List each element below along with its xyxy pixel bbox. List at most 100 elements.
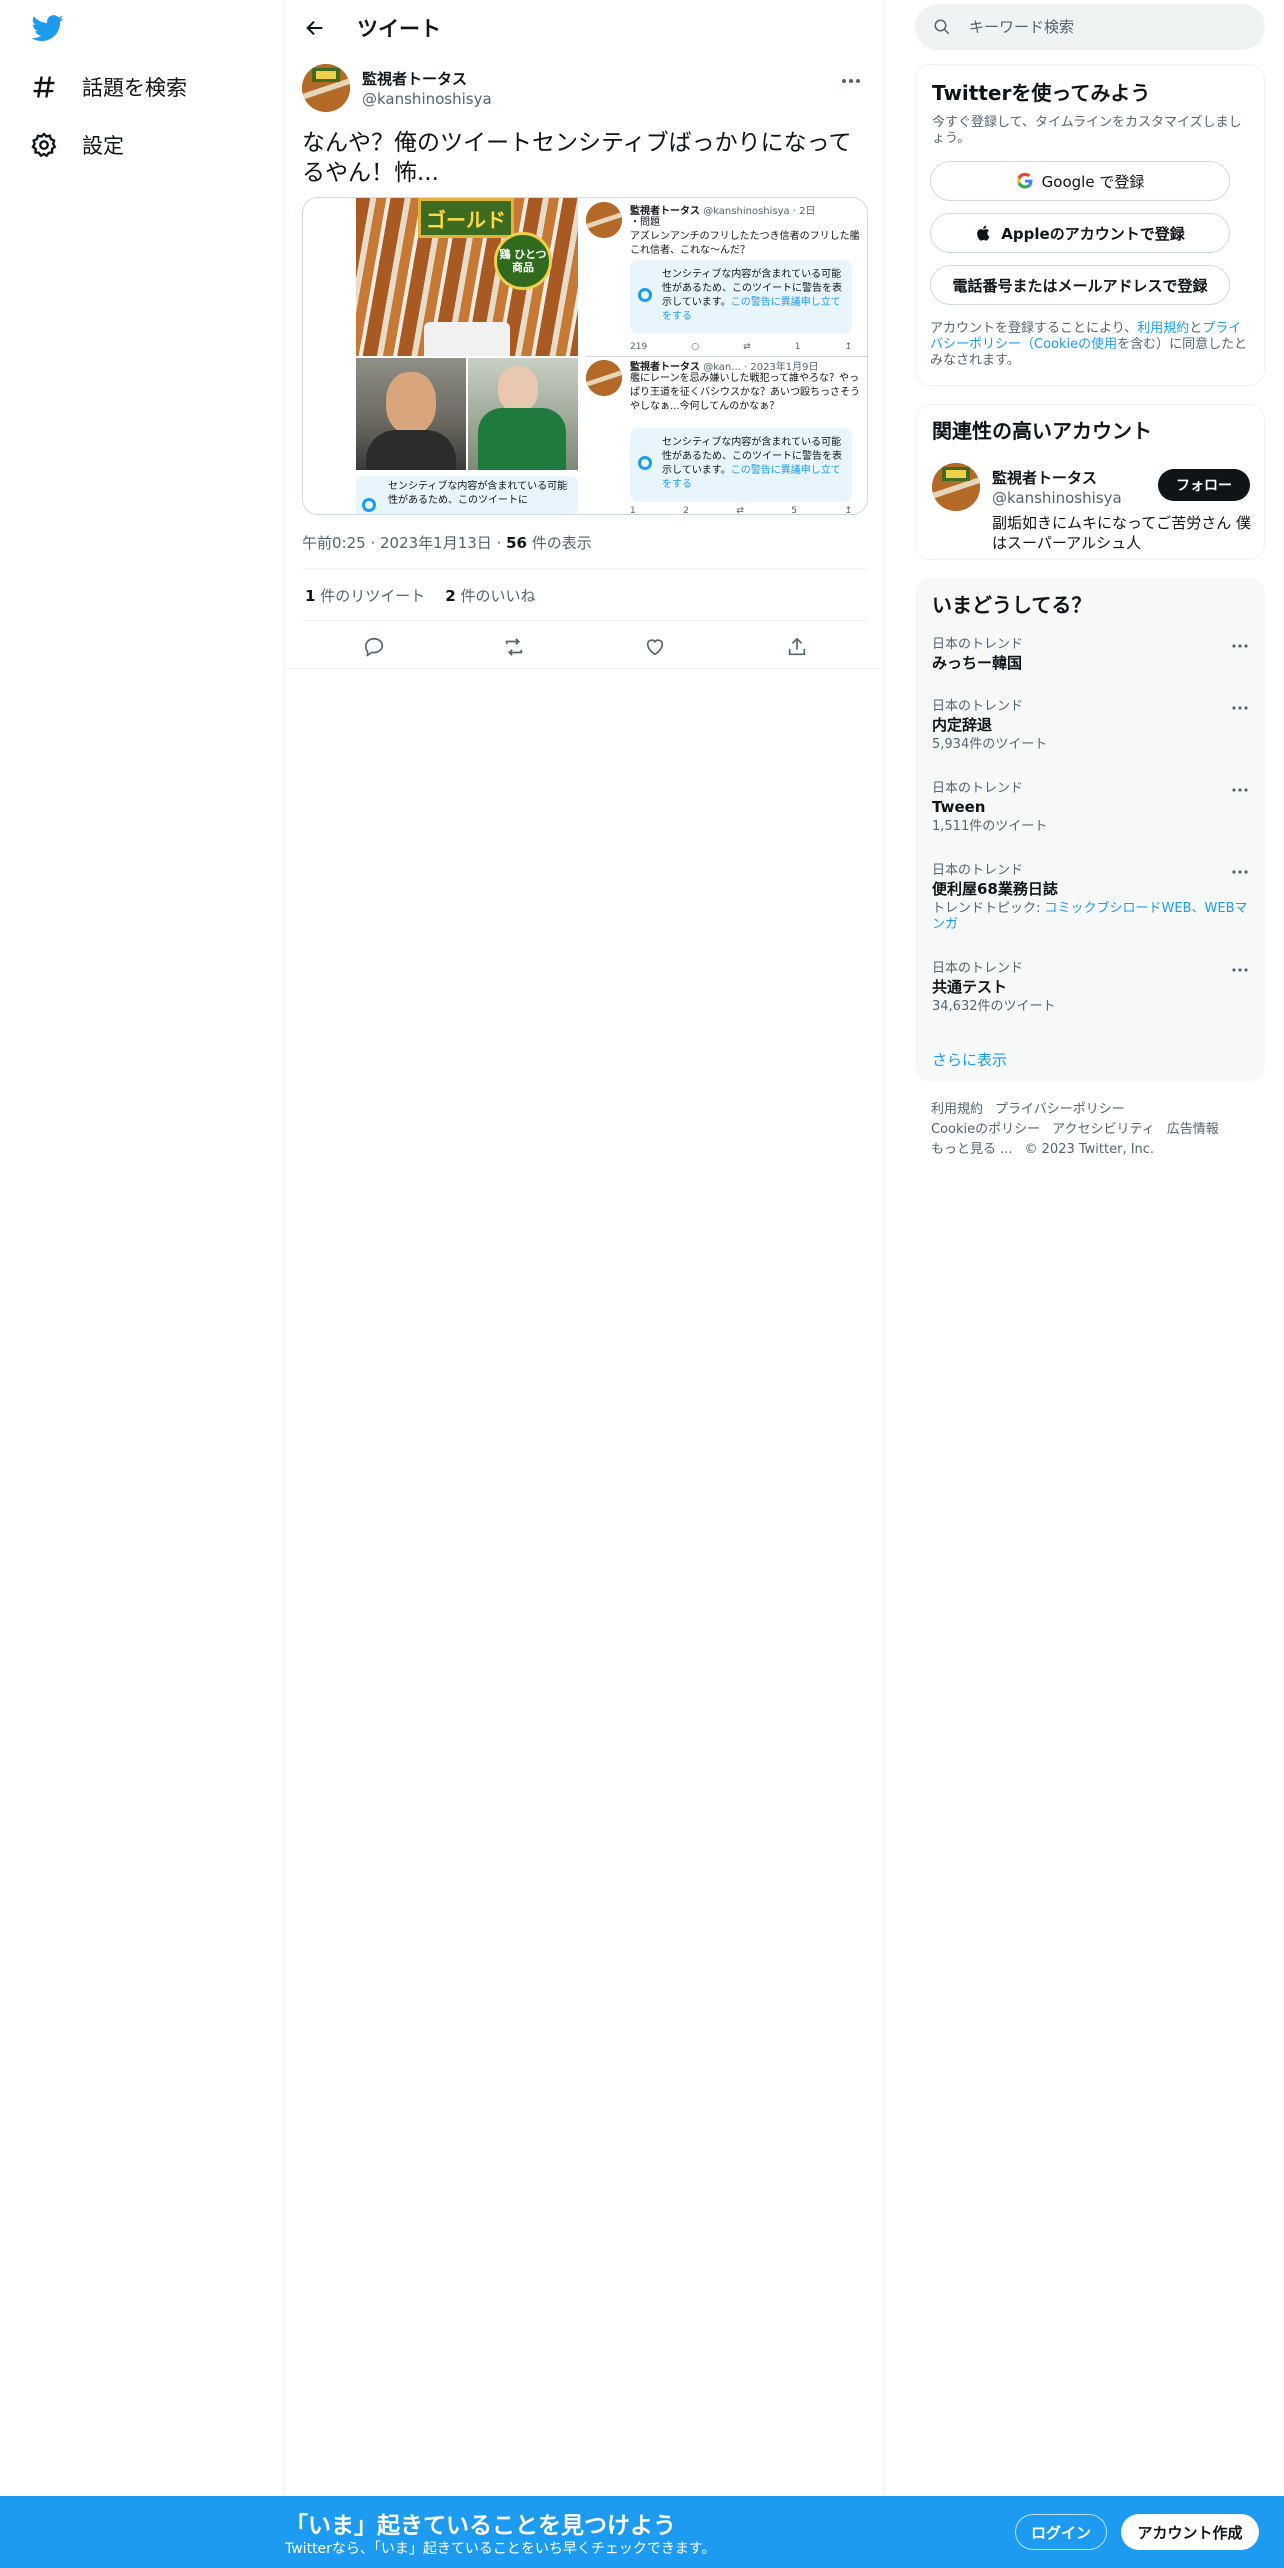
food-blank-patch [424, 322, 510, 356]
food-photo: ゴールド 鶏 ひとつ 商品 [356, 198, 578, 356]
google-signup-button[interactable]: Google で登録 [930, 161, 1230, 201]
nav-item-settings[interactable]: 設定 [30, 120, 124, 170]
search-input[interactable] [969, 4, 1249, 50]
embedded-sensitive-2: センシティブな内容が含まれている可能性があるため、このツイートに警告を表示してい… [630, 428, 852, 502]
author-handle[interactable]: @kanshinoshisya [362, 90, 492, 108]
tweet-actions [285, 626, 885, 664]
main-header: ツイート [285, 0, 885, 54]
back-button[interactable] [297, 10, 333, 46]
embedded-post1-stats: 219 ○ ⇄ 1 ↥ [630, 342, 852, 352]
tweet-meta: 午前0:25 · 2023年1月13日 · 56 件の表示 [302, 534, 592, 552]
author-name[interactable]: 監視者トータス [362, 68, 467, 89]
trend-item[interactable]: 日本のトレンド Tween 1,511件のツイート [932, 781, 1252, 835]
trend-more-icon[interactable] [1228, 699, 1252, 717]
food-label: ゴールド [418, 198, 514, 238]
person-photo-1 [356, 358, 466, 470]
copyright: © 2023 Twitter, Inc. [1024, 1142, 1155, 1157]
embedded-post2-text: 艦にレーンを忌み嫌いした戦犯って誰やろな？やっぱり王道を征くバシウスかな？あいつ… [630, 373, 860, 412]
divider [285, 668, 885, 669]
tweet-counts: 1 件のリツイート 2 件のいいね [305, 585, 555, 606]
embedded-avatar-2 [586, 360, 622, 396]
footer-link[interactable]: プライバシーポリシー [995, 1102, 1125, 1117]
footer-link[interactable]: アクセシビリティ [1052, 1122, 1155, 1137]
reply-button[interactable] [357, 630, 391, 664]
heart-icon [646, 639, 664, 656]
bottom-bar-title: 「いま」起きていることを見つけよう [285, 2513, 676, 2539]
signup-subtitle: 今すぐ登録して、タイムラインをカスタマイズしましょう。 [932, 115, 1242, 146]
signup-title: Twitterを使ってみよう [932, 81, 1151, 105]
ellipsis-icon [842, 79, 860, 83]
divider [302, 568, 868, 569]
likes-count-link[interactable]: 2 件のいいね [445, 585, 535, 606]
bottom-signup-bar: 「いま」起きていることを見つけよう Twitterなら、「いま」起きていることを… [0, 2496, 1284, 2568]
tweet-time[interactable]: 午前0:25 [302, 534, 366, 552]
reply-icon [364, 637, 384, 657]
trend-item[interactable]: 日本のトレンド 内定辞退 5,934件のツイート [932, 699, 1252, 753]
embedded-post2-stats: 1 2 ⇄ 5 ↥ [630, 506, 852, 515]
signup-card: Twitterを使ってみよう 今すぐ登録して、タイムラインをカスタマイズしましょ… [915, 64, 1265, 386]
phone-email-signup-button[interactable]: 電話番号またはメールアドレスで登録 [930, 265, 1230, 305]
apple-icon [977, 225, 990, 241]
views-count: 56 [506, 534, 527, 552]
show-more-link[interactable]: さらに表示 [932, 1049, 1007, 1070]
trend-more-icon[interactable] [1228, 781, 1252, 799]
embedded-sensitive-1: センシティブな内容が含まれている可能性があるため、このツイートに警告を表示してい… [630, 260, 852, 334]
related-avatar[interactable] [932, 463, 980, 511]
nav-settings-label: 設定 [82, 134, 124, 158]
trend-more-icon[interactable] [1228, 863, 1252, 881]
login-button[interactable]: ログイン [1015, 2514, 1107, 2550]
apple-signup-button[interactable]: Appleのアカウントで登録 [930, 213, 1230, 253]
trend-item[interactable]: 日本のトレンド みっちー韓国 [932, 637, 1252, 673]
info-icon [638, 456, 652, 470]
terms-link[interactable]: 利用規約 [1137, 321, 1189, 336]
tweet-media[interactable]: ゴールド 鶏 ひとつ 商品 センシティブな内容が含まれている可能性があるため、こ… [302, 197, 868, 515]
main-column: ツイート 監視者トータス @kanshinoshisya なんや？俺のツイートセ… [285, 0, 885, 2568]
tweet-text: なんや？俺のツイートセンシティブばっかりになってるやん！怖... [302, 130, 852, 186]
related-handle[interactable]: @kanshinoshisya [992, 489, 1122, 507]
embedded-post1-header: 監視者トータス @kanshinoshisya · 2日 [630, 206, 816, 217]
media-screenshot-right: 監視者トータス @kanshinoshisya · 2日 ・問題 アズレンアンチ… [586, 198, 867, 515]
embedded-post1-text: アズレンアンチのフリしたたつき信者のフリした艦これ信者、これな〜んだ？ [630, 231, 860, 256]
footer-link[interactable]: 広告情報 [1167, 1122, 1219, 1137]
trend-item[interactable]: 日本のトレンド 共通テスト 34,632件のツイート [932, 961, 1252, 1015]
search-icon [934, 19, 950, 35]
trend-more-icon[interactable] [1228, 961, 1252, 979]
hashtag-icon [30, 73, 58, 101]
retweets-count-link[interactable]: 1 件のリツイート [305, 585, 425, 606]
twitter-logo-icon[interactable] [30, 12, 66, 44]
sensitive-notice-left: センシティブな内容が含まれている可能性があるため、このツイートに [356, 476, 578, 514]
divider [302, 620, 868, 621]
related-title: 関連性の高いアカウント [932, 419, 1152, 443]
like-button[interactable] [638, 630, 672, 664]
footer-link[interactable]: Cookieのポリシー [931, 1122, 1040, 1137]
follow-button[interactable]: フォロー [1158, 469, 1250, 501]
related-accounts-card: 関連性の高いアカウント 監視者トータス @kanshinoshisya 副垢如き… [915, 404, 1265, 560]
retweet-button[interactable] [497, 630, 531, 664]
embedded-post1-tag: ・問題 [630, 217, 660, 228]
footer-links: 利用規約 プライバシーポリシー Cookieのポリシー アクセシビリティ 広告情報 も… [931, 1100, 1261, 1160]
arrow-left-icon [306, 20, 323, 36]
footer-link[interactable]: 利用規約 [931, 1102, 983, 1117]
nav-item-explore[interactable]: 話題を検索 [30, 62, 187, 112]
info-icon [638, 288, 652, 302]
page-title: ツイート [357, 17, 441, 41]
trends-card: いまどうしてる？ 日本のトレンド みっちー韓国 日本のトレンド 内定辞退 5,9… [915, 578, 1265, 1082]
views-label: 件の表示 [531, 534, 592, 552]
footer-link[interactable]: もっと見る ... [931, 1142, 1013, 1157]
media-collage-left: ゴールド 鶏 ひとつ 商品 センシティブな内容が含まれている可能性があるため、こ… [356, 198, 578, 514]
embedded-divider [586, 356, 867, 357]
related-name[interactable]: 監視者トータス [992, 467, 1097, 488]
embedded-avatar-1 [586, 202, 622, 238]
tweet-date[interactable]: 2023年1月13日 [380, 534, 492, 552]
trend-more-icon[interactable] [1228, 637, 1252, 655]
google-icon [1017, 172, 1033, 189]
trend-item[interactable]: 日本のトレンド 便利屋68業務日誌 トレンドトピック: コミックブシロードWEB… [932, 863, 1252, 933]
share-button[interactable] [780, 630, 814, 664]
related-bio: 副垢如きにムキになってご苦労さん 僕はスーパーアルシュ人 [992, 514, 1252, 552]
person-photo-2 [468, 358, 578, 470]
nav-explore-label: 話題を検索 [82, 76, 187, 100]
more-options-button[interactable] [834, 68, 868, 94]
create-account-button[interactable]: アカウント作成 [1121, 2514, 1259, 2550]
info-icon [362, 498, 376, 512]
author-avatar[interactable] [302, 64, 350, 112]
